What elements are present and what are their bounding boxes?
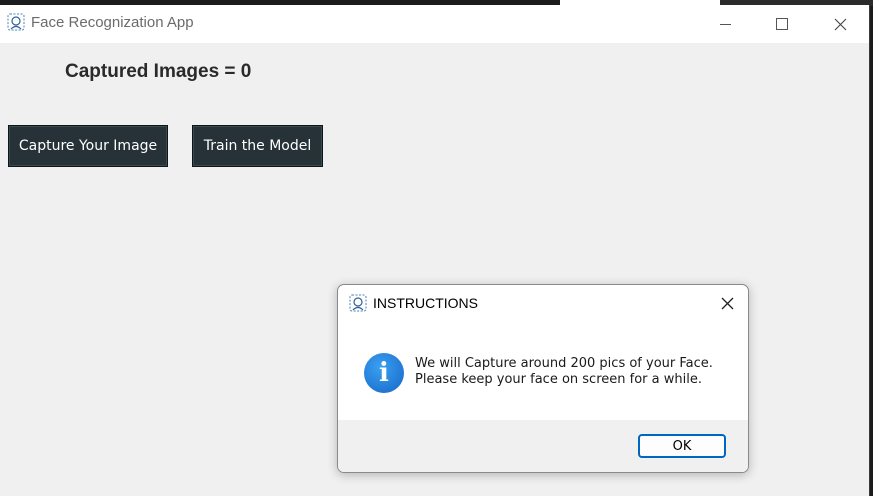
captured-images-label: Captured Images = 0	[65, 61, 252, 82]
dialog-app-icon	[349, 294, 367, 312]
maximize-button[interactable]	[753, 5, 811, 43]
window-title: Face Recognization App	[31, 14, 194, 31]
dialog-title: INSTRUCTIONS	[373, 295, 478, 311]
train-model-button[interactable]: Train the Model	[192, 125, 323, 167]
minimize-button[interactable]	[696, 5, 754, 43]
close-icon	[721, 297, 733, 309]
dialog-footer: OK	[338, 420, 748, 472]
minimize-icon	[719, 23, 731, 25]
dialog-message-line: Please keep your face on screen for a wh…	[415, 372, 702, 387]
title-bar[interactable]: Face Recognization App	[0, 5, 869, 43]
info-icon: i	[364, 353, 404, 393]
maximize-icon	[776, 18, 788, 30]
close-button[interactable]	[811, 5, 869, 43]
dialog-message-line: We will Capture around 200 pics of your …	[415, 356, 713, 371]
close-icon	[834, 18, 846, 30]
dialog-message: We will Capture around 200 pics of your …	[415, 356, 713, 388]
capture-image-button[interactable]: Capture Your Image	[8, 125, 168, 167]
dialog-close-button[interactable]	[711, 289, 743, 317]
ok-button[interactable]: OK	[638, 434, 726, 458]
app-icon	[7, 13, 25, 31]
instructions-dialog: INSTRUCTIONS i We will Capture around 20…	[337, 284, 749, 473]
